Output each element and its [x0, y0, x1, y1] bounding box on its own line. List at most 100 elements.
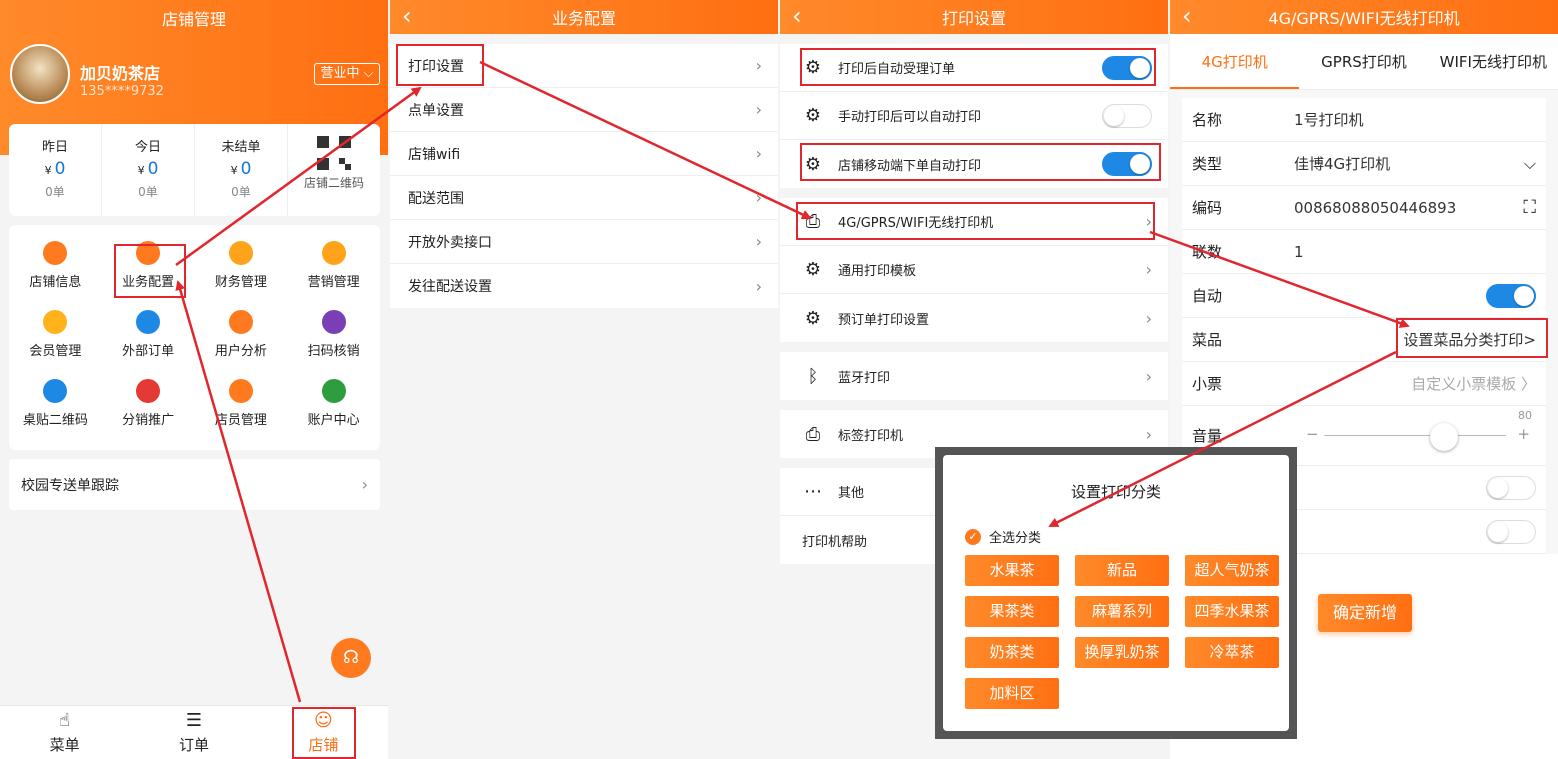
stat-value: ¥0 — [137, 159, 159, 179]
stat-unsettled[interactable]: 未结单 ¥0 0单 — [195, 124, 288, 216]
tab-menu[interactable]: ☝ 菜单 — [0, 706, 129, 759]
feature-icon — [228, 241, 253, 265]
list-icon: ☰ — [185, 710, 203, 731]
feature-item[interactable]: 账户中心 — [287, 379, 380, 448]
chevron-right-icon: › — [755, 188, 762, 207]
config-item[interactable]: 打印设置 › — [390, 44, 778, 88]
printer-setting-row[interactable]: ⚙ 通用打印模板 › — [780, 246, 1168, 294]
config-item[interactable]: 店铺wifi › — [390, 132, 778, 176]
business-status-dropdown[interactable]: 营业中 ⌵ — [314, 63, 380, 85]
category-chip[interactable]: 麻薯系列 — [1075, 596, 1169, 627]
feature-label: 业务配置 — [122, 275, 175, 290]
config-item[interactable]: 开放外卖接口 › — [390, 220, 778, 264]
tab-gprs[interactable]: GPRS打印机 — [1299, 34, 1428, 89]
tab-wifi[interactable]: WIFI无线打印机 — [1429, 34, 1558, 89]
feature-item[interactable]: 桌贴二维码 — [9, 379, 102, 448]
dish-category-print-link[interactable]: 设置菜品分类打印> — [1294, 329, 1536, 350]
back-icon[interactable]: ‹ — [1182, 2, 1192, 30]
gear-icon: ⚙ — [804, 105, 822, 126]
name-input[interactable]: 1号打印机 — [1294, 109, 1536, 130]
select-all-checkbox[interactable]: ✓ 全选分类 — [965, 527, 1041, 546]
feature-item[interactable]: 分销推广 — [102, 379, 195, 448]
feature-item[interactable]: 店员管理 — [195, 379, 288, 448]
code-input[interactable]: 00868088050446893 — [1294, 199, 1523, 217]
feature-item[interactable]: 会员管理 — [9, 310, 102, 379]
stat-today[interactable]: 今日 ¥0 0单 — [102, 124, 195, 216]
setting-toggle[interactable] — [1102, 152, 1152, 176]
setting-toggle[interactable] — [1102, 103, 1152, 128]
category-chip[interactable]: 果茶类 — [965, 596, 1059, 627]
scan-icon[interactable]: ⛶ — [1523, 197, 1536, 218]
type-select[interactable]: 佳博4G打印机 — [1294, 153, 1524, 174]
category-chip[interactable]: 超人气奶茶 — [1185, 555, 1279, 586]
printer-setting-row[interactable]: ⎙ 4G/GPRS/WIFI无线打印机 › — [780, 198, 1168, 246]
page-title: 4G/GPRS/WIFI无线打印机 — [1268, 9, 1460, 28]
store-icon: ☺ — [313, 710, 333, 731]
printer-group: ⎙ 4G/GPRS/WIFI无线打印机 › ⚙ 通用打印模板 › ⚙ 预订单打印设置 › — [780, 198, 1168, 342]
volume-slider[interactable]: − 80 + — [1294, 409, 1536, 451]
stub-toggle[interactable] — [1486, 475, 1536, 500]
type-row[interactable]: 类型 佳博4G打印机 ⌵ — [1182, 142, 1546, 186]
customer-service-button[interactable]: ☊ — [331, 638, 371, 678]
category-chip[interactable]: 换厚乳奶茶 — [1075, 637, 1169, 668]
config-item-label: 配送范围 — [408, 190, 464, 207]
feature-item[interactable]: 用户分析 — [195, 310, 288, 379]
back-icon[interactable]: ‹ — [792, 2, 802, 30]
screenshot-root: 店铺管理 加贝奶茶店 135****9732 营业中 ⌵ 昨日 ¥0 0单 今日… — [0, 0, 1558, 759]
stat-yesterday[interactable]: 昨日 ¥0 0单 — [9, 124, 102, 216]
chevron-right-icon: › — [755, 276, 762, 296]
config-item-label: 点单设置 — [408, 102, 464, 119]
store-qr-button[interactable]: 店铺二维码 — [288, 124, 380, 216]
gear-icon: ⚙ — [804, 153, 822, 175]
tab-store[interactable]: ☺ 店铺 — [259, 706, 388, 759]
config-item-label: 店铺wifi — [408, 146, 461, 163]
copies-row: 联数 1 — [1182, 230, 1546, 274]
printer-setting-row[interactable]: ⚙ 预订单打印设置 › — [780, 294, 1168, 342]
feature-icon — [43, 310, 68, 334]
tab-orders[interactable]: ☰ 订单 — [129, 706, 258, 759]
category-chip[interactable]: 新品 — [1075, 555, 1169, 586]
category-chip[interactable]: 冷萃茶 — [1185, 637, 1279, 668]
feature-item[interactable]: 店铺信息 — [9, 241, 102, 310]
category-chip[interactable]: 加料区 — [965, 678, 1059, 709]
confirm-add-button[interactable]: 确定新增 — [1318, 594, 1412, 632]
minus-icon: − — [1306, 424, 1319, 443]
feature-item[interactable]: 营销管理 — [287, 241, 380, 310]
extra-toggle[interactable] — [1486, 519, 1536, 544]
tab-4g[interactable]: 4G打印机 — [1170, 34, 1300, 89]
header: ‹ 4G/GPRS/WIFI无线打印机 — [1170, 0, 1558, 34]
category-chip[interactable]: 奶茶类 — [965, 637, 1059, 668]
printer-icon: ⎙ — [805, 211, 821, 232]
category-chip[interactable]: 四季水果茶 — [1185, 596, 1279, 627]
feature-item[interactable]: 外部订单 — [102, 310, 195, 379]
campus-delivery-row[interactable]: 校园专送单跟踪 › — [9, 459, 380, 510]
feature-icon — [321, 310, 346, 334]
chevron-right-icon: › — [755, 232, 762, 251]
shop-avatar[interactable] — [10, 44, 70, 104]
config-item[interactable]: 配送范围 › — [390, 176, 778, 220]
qr-code-icon — [317, 136, 351, 170]
feature-label: 外部订单 — [122, 344, 175, 359]
category-chip[interactable]: 水果茶 — [965, 555, 1059, 586]
volume-knob[interactable] — [1430, 422, 1458, 451]
feature-item[interactable]: 业务配置 — [102, 241, 195, 310]
more-icon: ⋯ — [804, 481, 822, 502]
back-icon[interactable]: ‹ — [402, 2, 412, 30]
business-config-screen: ‹ 业务配置 打印设置 › 点单设置 › 店铺wifi › 配送范围 › 开放外卖接口 › 发往配送… — [390, 0, 778, 759]
setting-label: 店铺移动端下单自动打印 — [838, 158, 982, 174]
chevron-right-icon: › — [755, 56, 762, 75]
setting-toggle[interactable] — [1102, 55, 1152, 80]
feature-label: 营销管理 — [307, 275, 360, 290]
copies-input[interactable]: 1 — [1294, 243, 1536, 261]
config-item[interactable]: 发往配送设置 › — [390, 264, 778, 308]
bluetooth-print-row[interactable]: ᛒ 蓝牙打印 › — [780, 352, 1168, 400]
row-label: 校园专送单跟踪 — [21, 477, 119, 494]
feature-item[interactable]: 财务管理 — [195, 241, 288, 310]
feature-item[interactable]: 扫码核销 — [287, 310, 380, 379]
ticket-template-link[interactable]: 自定义小票模板 〉 — [1294, 373, 1536, 394]
gear-icon: ⚙ — [804, 259, 822, 280]
config-item[interactable]: 点单设置 › — [390, 88, 778, 132]
stat-value: ¥0 — [230, 159, 252, 179]
auto-toggle[interactable] — [1486, 283, 1536, 308]
chevron-right-icon: › — [755, 100, 762, 119]
